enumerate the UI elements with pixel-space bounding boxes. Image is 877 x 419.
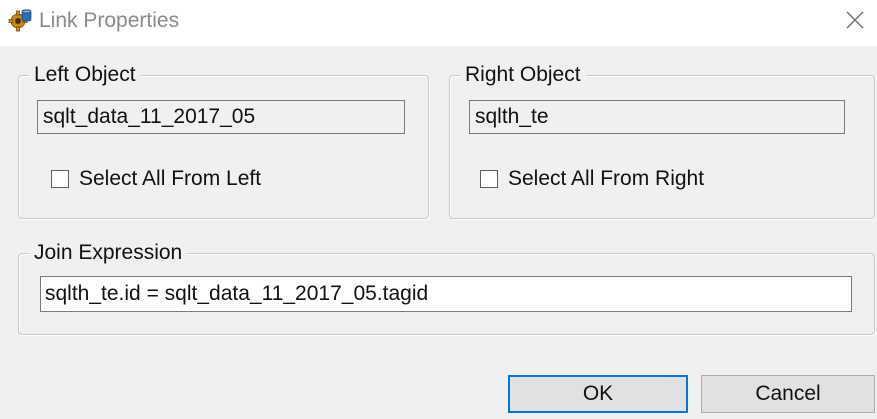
select-all-right-box[interactable] [480,170,498,188]
join-expression-group: Join Expression [18,240,875,335]
cancel-button[interactable]: Cancel [701,375,875,413]
link-properties-dialog: Link Properties Left Object sqlt_data_11… [0,0,877,419]
gear-db-icon [8,8,32,32]
left-object-legend: Left Object [29,62,141,88]
select-all-right-label: Select All From Right [508,167,705,190]
right-object-field: sqlth_te [469,100,845,134]
title-bar: Link Properties [0,0,877,46]
select-all-left-label: Select All From Left [79,167,262,190]
close-button[interactable] [838,6,872,38]
right-object-group: Right Object sqlth_te Select All From Ri… [449,62,875,219]
dialog-title: Link Properties [39,9,180,32]
right-object-legend: Right Object [460,62,586,88]
join-expression-input[interactable] [40,276,852,312]
left-object-field: sqlt_data_11_2017_05 [37,100,405,134]
ok-button[interactable]: OK [508,375,688,413]
close-icon [845,10,865,35]
left-object-group: Left Object sqlt_data_11_2017_05 Select … [18,62,429,219]
select-all-left-checkbox[interactable]: Select All From Left [51,166,261,192]
select-all-right-checkbox[interactable]: Select All From Right [480,166,704,192]
join-expression-legend: Join Expression [29,240,188,266]
select-all-left-box[interactable] [51,170,69,188]
